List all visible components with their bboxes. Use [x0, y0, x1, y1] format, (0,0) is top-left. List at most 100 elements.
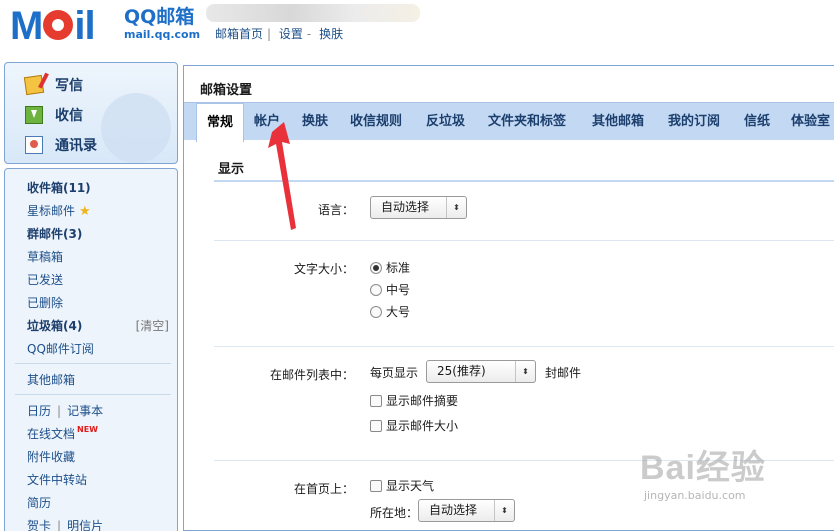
file-transfer-link[interactable]: 文件中转站	[27, 471, 87, 488]
tab-anti-spam[interactable]: 反垃圾	[416, 103, 475, 141]
logo-qq-text: QQ邮箱	[124, 6, 195, 28]
font-size-medium[interactable]: 中号	[370, 281, 410, 298]
blurred-username	[206, 4, 420, 22]
divider: |	[57, 519, 62, 531]
divider	[214, 240, 834, 241]
radio[interactable]	[370, 305, 382, 318]
tab-labs[interactable]: 体验室	[781, 103, 834, 141]
option-label: 显示邮件摘要	[386, 394, 459, 408]
header: Mil QQ邮箱 mail.qq.com 邮箱首页 | 设置 - 换肤	[0, 0, 834, 60]
language-value: 自动选择	[381, 200, 430, 214]
tools-calendar-notes: 日历 | 记事本	[27, 402, 103, 419]
radio[interactable]	[370, 283, 382, 296]
resume-link[interactable]: 简历	[27, 494, 51, 511]
tab-other-mail[interactable]: 其他邮箱	[582, 103, 654, 141]
divider	[214, 346, 834, 347]
folder-deleted[interactable]: 已删除	[27, 294, 63, 311]
checkbox[interactable]	[370, 419, 382, 432]
updown-arrow-icon: ⬍	[446, 197, 466, 218]
logo-o-icon	[43, 10, 74, 41]
location-value: 自动选择	[429, 503, 478, 517]
font-size-label: 文字大小：	[293, 262, 354, 276]
folder-other-mail[interactable]: 其他邮箱	[27, 371, 75, 388]
tab-general[interactable]: 常规	[196, 103, 245, 142]
receive-label: 收信	[55, 108, 83, 124]
penguin-decoration	[101, 93, 171, 163]
link-settings[interactable]: 设置	[279, 27, 303, 41]
annotation-arrow-icon	[268, 122, 296, 230]
inbox-download-icon	[25, 106, 43, 124]
folder-drafts[interactable]: 草稿箱	[27, 248, 63, 265]
folder-group[interactable]: 群邮件(3)	[27, 225, 82, 242]
folder-starred[interactable]: 星标邮件 ★	[27, 202, 91, 219]
link-skin[interactable]: 换肤	[319, 27, 343, 41]
location-select[interactable]: 自动选择 ⬍	[418, 499, 515, 522]
calendar-link[interactable]: 日历	[27, 404, 51, 418]
homepage-label: 在首页上：	[293, 482, 354, 496]
qq-mail-logo[interactable]: Mil	[10, 4, 96, 48]
option-label: 大号	[386, 305, 411, 319]
logo-mail-wordmark: Mil	[10, 4, 96, 48]
tools-cards: 贺卡 | 明信片	[27, 517, 103, 531]
tab-folders-labels[interactable]: 文件夹和标签	[478, 103, 576, 141]
divider: |	[57, 404, 62, 418]
show-summary-option[interactable]: 显示邮件摘要	[370, 392, 458, 409]
updown-arrow-icon: ⬍	[515, 361, 535, 382]
address-book-icon	[25, 136, 43, 154]
updown-arrow-icon: ⬍	[494, 500, 514, 521]
postcard-link[interactable]: 明信片	[67, 519, 103, 531]
checkbox[interactable]	[370, 479, 382, 492]
receive-mail-button[interactable]: 收信	[25, 105, 83, 125]
option-label: 标准	[386, 261, 411, 275]
per-page-suffix: 封邮件	[545, 366, 582, 380]
sidebar: 写信 收信 通讯录 收件箱(11) 星标邮件 ★ 群邮件(3) 草稿箱 已发送 已…	[4, 62, 178, 531]
option-label: 中号	[386, 283, 411, 297]
location-label: 所在地：	[370, 506, 419, 520]
tab-stationery[interactable]: 信纸	[734, 103, 780, 141]
compose-panel: 写信 收信 通讯录	[4, 62, 178, 164]
divider	[15, 394, 171, 395]
star-icon: ★	[79, 204, 91, 219]
watermark: Bai经验 jingyan.baidu.com	[640, 440, 830, 520]
contacts-button[interactable]: 通讯录	[25, 135, 97, 155]
per-page-prefix: 每页显示	[370, 366, 419, 380]
attachments-link[interactable]: 附件收藏	[27, 448, 75, 465]
folder-list: 收件箱(11) 星标邮件 ★ 群邮件(3) 草稿箱 已发送 已删除 垃圾箱(4) …	[4, 168, 178, 531]
watermark-url: jingyan.baidu.com	[644, 489, 746, 502]
per-page-select[interactable]: 25(推荐) ⬍	[426, 360, 536, 383]
font-size-standard[interactable]: 标准	[370, 259, 410, 276]
greeting-card-link[interactable]: 贺卡	[27, 519, 51, 531]
docs-link[interactable]: 在线文档 NEW	[27, 425, 98, 442]
folder-subscriptions[interactable]: QQ邮件订阅	[27, 340, 94, 357]
docs-label: 在线文档	[27, 427, 76, 441]
font-size-large[interactable]: 大号	[370, 303, 410, 320]
option-label: 显示邮件大小	[386, 419, 459, 433]
page-title: 邮箱设置	[200, 83, 253, 98]
section-display-title: 显示	[218, 162, 245, 177]
option-label: 显示天气	[386, 479, 435, 493]
mail-list-label: 在邮件列表中：	[269, 368, 354, 382]
logo-caption: QQ邮箱 mail.qq.com	[124, 6, 200, 42]
folder-starred-label: 星标邮件	[27, 204, 76, 218]
spam-clean-link[interactable]: [清空]	[136, 317, 169, 334]
folder-spam[interactable]: 垃圾箱(4)	[27, 317, 82, 334]
checkbox[interactable]	[370, 394, 382, 407]
folder-sent[interactable]: 已发送	[27, 271, 63, 288]
divider	[214, 180, 834, 182]
notes-link[interactable]: 记事本	[67, 404, 103, 418]
show-weather-option[interactable]: 显示天气	[370, 477, 434, 494]
logo-url-text: mail.qq.com	[124, 28, 201, 41]
folder-inbox[interactable]: 收件箱(11)	[27, 179, 91, 196]
link-mail-home[interactable]: 邮箱首页	[215, 27, 263, 41]
radio-selected[interactable]	[370, 261, 382, 274]
tab-receive-rules[interactable]: 收信规则	[340, 103, 412, 141]
new-badge: NEW	[77, 425, 98, 434]
write-mail-button[interactable]: 写信	[23, 74, 83, 96]
divider: |	[267, 27, 272, 41]
divider	[15, 363, 171, 364]
per-page-value: 25(推荐)	[437, 364, 486, 378]
show-size-option[interactable]: 显示邮件大小	[370, 417, 458, 434]
tab-subscriptions[interactable]: 我的订阅	[658, 103, 730, 141]
language-select[interactable]: 自动选择 ⬍	[370, 196, 467, 219]
top-links: 邮箱首页 | 设置 - 换肤	[215, 25, 347, 42]
